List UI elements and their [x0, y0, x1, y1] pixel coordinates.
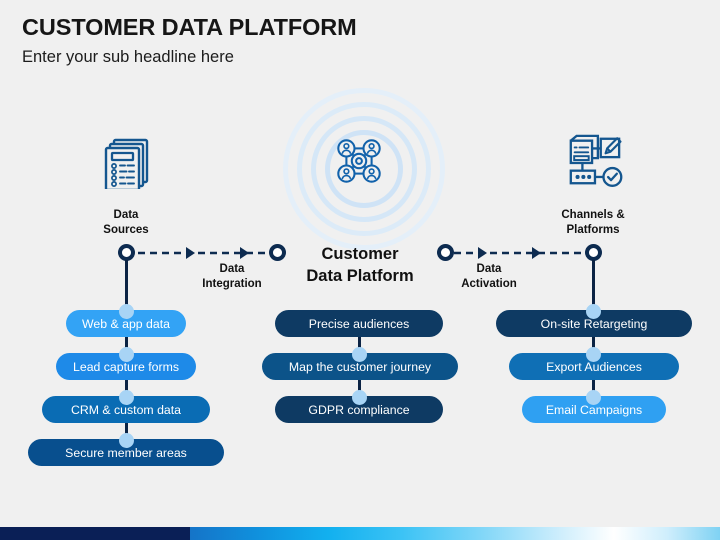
- bottom-bar-navy-segment: [0, 527, 190, 540]
- pill-node-export-audiences: [585, 347, 601, 362]
- left-column-label: Data Sources: [103, 209, 149, 236]
- pill-node-map-customer-journey: [351, 347, 367, 362]
- pill-node-web-app-data: [118, 304, 134, 319]
- pill-node-secure-member-areas: [118, 433, 134, 448]
- pill-node-email-campaigns: [585, 390, 601, 405]
- pill-node-crm-custom-data: [118, 390, 134, 405]
- pill-node-lead-capture-forms: [118, 347, 134, 362]
- page-title: CUSTOMER DATA PLATFORM: [22, 14, 357, 40]
- bottom-accent-bar: [0, 527, 720, 540]
- channels-platforms-icon: [564, 132, 624, 190]
- pill-precise-audiences[interactable]: Precise audiences: [275, 310, 443, 337]
- center-column-label: Customer Data Platform: [306, 245, 414, 285]
- slide-canvas: CUSTOMER DATA PLATFORM Enter your sub he…: [0, 0, 720, 540]
- data-activation-arrow: [440, 244, 596, 262]
- data-integration-arrow: [124, 244, 280, 262]
- bottom-bar-gradient-segment: [190, 527, 720, 540]
- pill-node-onsite-retargeting: [585, 304, 601, 319]
- data-activation-label: Data Activation: [461, 263, 517, 290]
- people-network-icon: [332, 134, 386, 188]
- right-head-node: [585, 244, 602, 261]
- left-head-node: [118, 244, 135, 261]
- pill-node-gdpr-compliance: [351, 390, 367, 405]
- page-subtitle: Enter your sub headline here: [22, 48, 234, 66]
- right-column-label: Channels & Platforms: [561, 209, 625, 236]
- center-right-node: [437, 244, 454, 261]
- center-left-node: [269, 244, 286, 261]
- data-integration-label: Data Integration: [202, 263, 262, 290]
- documents-stack-icon: [98, 131, 156, 192]
